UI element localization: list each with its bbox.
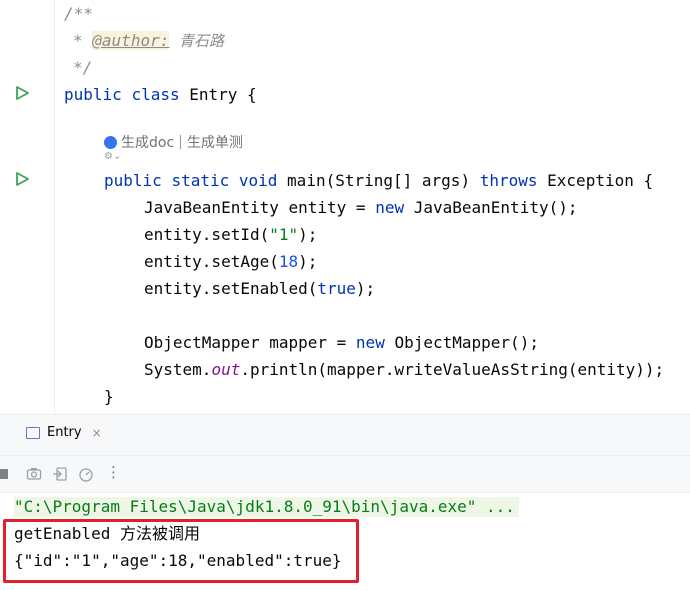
generate-test-link[interactable]: 生成单测 (187, 132, 243, 152)
code-line-entity-new: JavaBeanEntity entity = new JavaBeanEnti… (144, 198, 578, 217)
run-main-icon[interactable] (14, 171, 30, 187)
run-config-icon (26, 426, 40, 439)
more-options-icon[interactable]: ⋮ (106, 463, 121, 481)
code-line-set-enabled: entity.setEnabled(true); (144, 279, 376, 298)
run-toolbar: ⋮ (0, 456, 690, 493)
run-tool-window: Entry × ⋮ "C:\Program Files\Java\jdk1.8.… (0, 414, 690, 590)
gutter-separator (54, 0, 55, 414)
doc-comment-close: */ (73, 58, 93, 77)
ai-assistant-icon (104, 135, 117, 149)
author-tag: @author: (92, 31, 170, 50)
doc-comment-open: /** (64, 4, 93, 23)
code-vision-hint: 生成doc | 生成单测 (104, 132, 243, 152)
code-line-close-brace: } (104, 387, 114, 406)
stop-icon[interactable] (0, 466, 10, 482)
run-tab-label: Entry (47, 425, 82, 440)
close-tab-icon[interactable]: × (92, 426, 102, 440)
code-line-object-mapper: ObjectMapper mapper = new ObjectMapper()… (144, 333, 539, 352)
highlight-box (3, 519, 359, 583)
gauge-icon[interactable] (78, 466, 94, 482)
code-line-set-id: entity.setId("1"); (144, 225, 318, 244)
camera-icon[interactable] (26, 466, 42, 482)
run-class-icon[interactable] (14, 85, 30, 101)
code-editor[interactable]: /** * @author: 青石路 */ public class Entry… (0, 0, 690, 414)
main-method-signature: public static void main(String[] args) t… (104, 171, 654, 190)
run-tab-entry[interactable]: Entry × (26, 425, 102, 440)
run-tab-bar: Entry × (0, 415, 690, 456)
generate-doc-link[interactable]: 生成doc (121, 132, 174, 152)
code-line-println: System.out.println(mapper.writeValueAsSt… (144, 360, 665, 379)
class-declaration: public class Entry { (64, 85, 257, 104)
code-line-set-age: entity.setAge(18); (144, 252, 318, 271)
doc-comment-author: * @author: 青石路 (73, 31, 224, 50)
hint-settings-icon[interactable]: ⚙⌄ (104, 151, 121, 162)
login-icon[interactable] (52, 466, 68, 482)
console-command-line: "C:\Program Files\Java\jdk1.8.0_91\bin\j… (14, 497, 519, 517)
